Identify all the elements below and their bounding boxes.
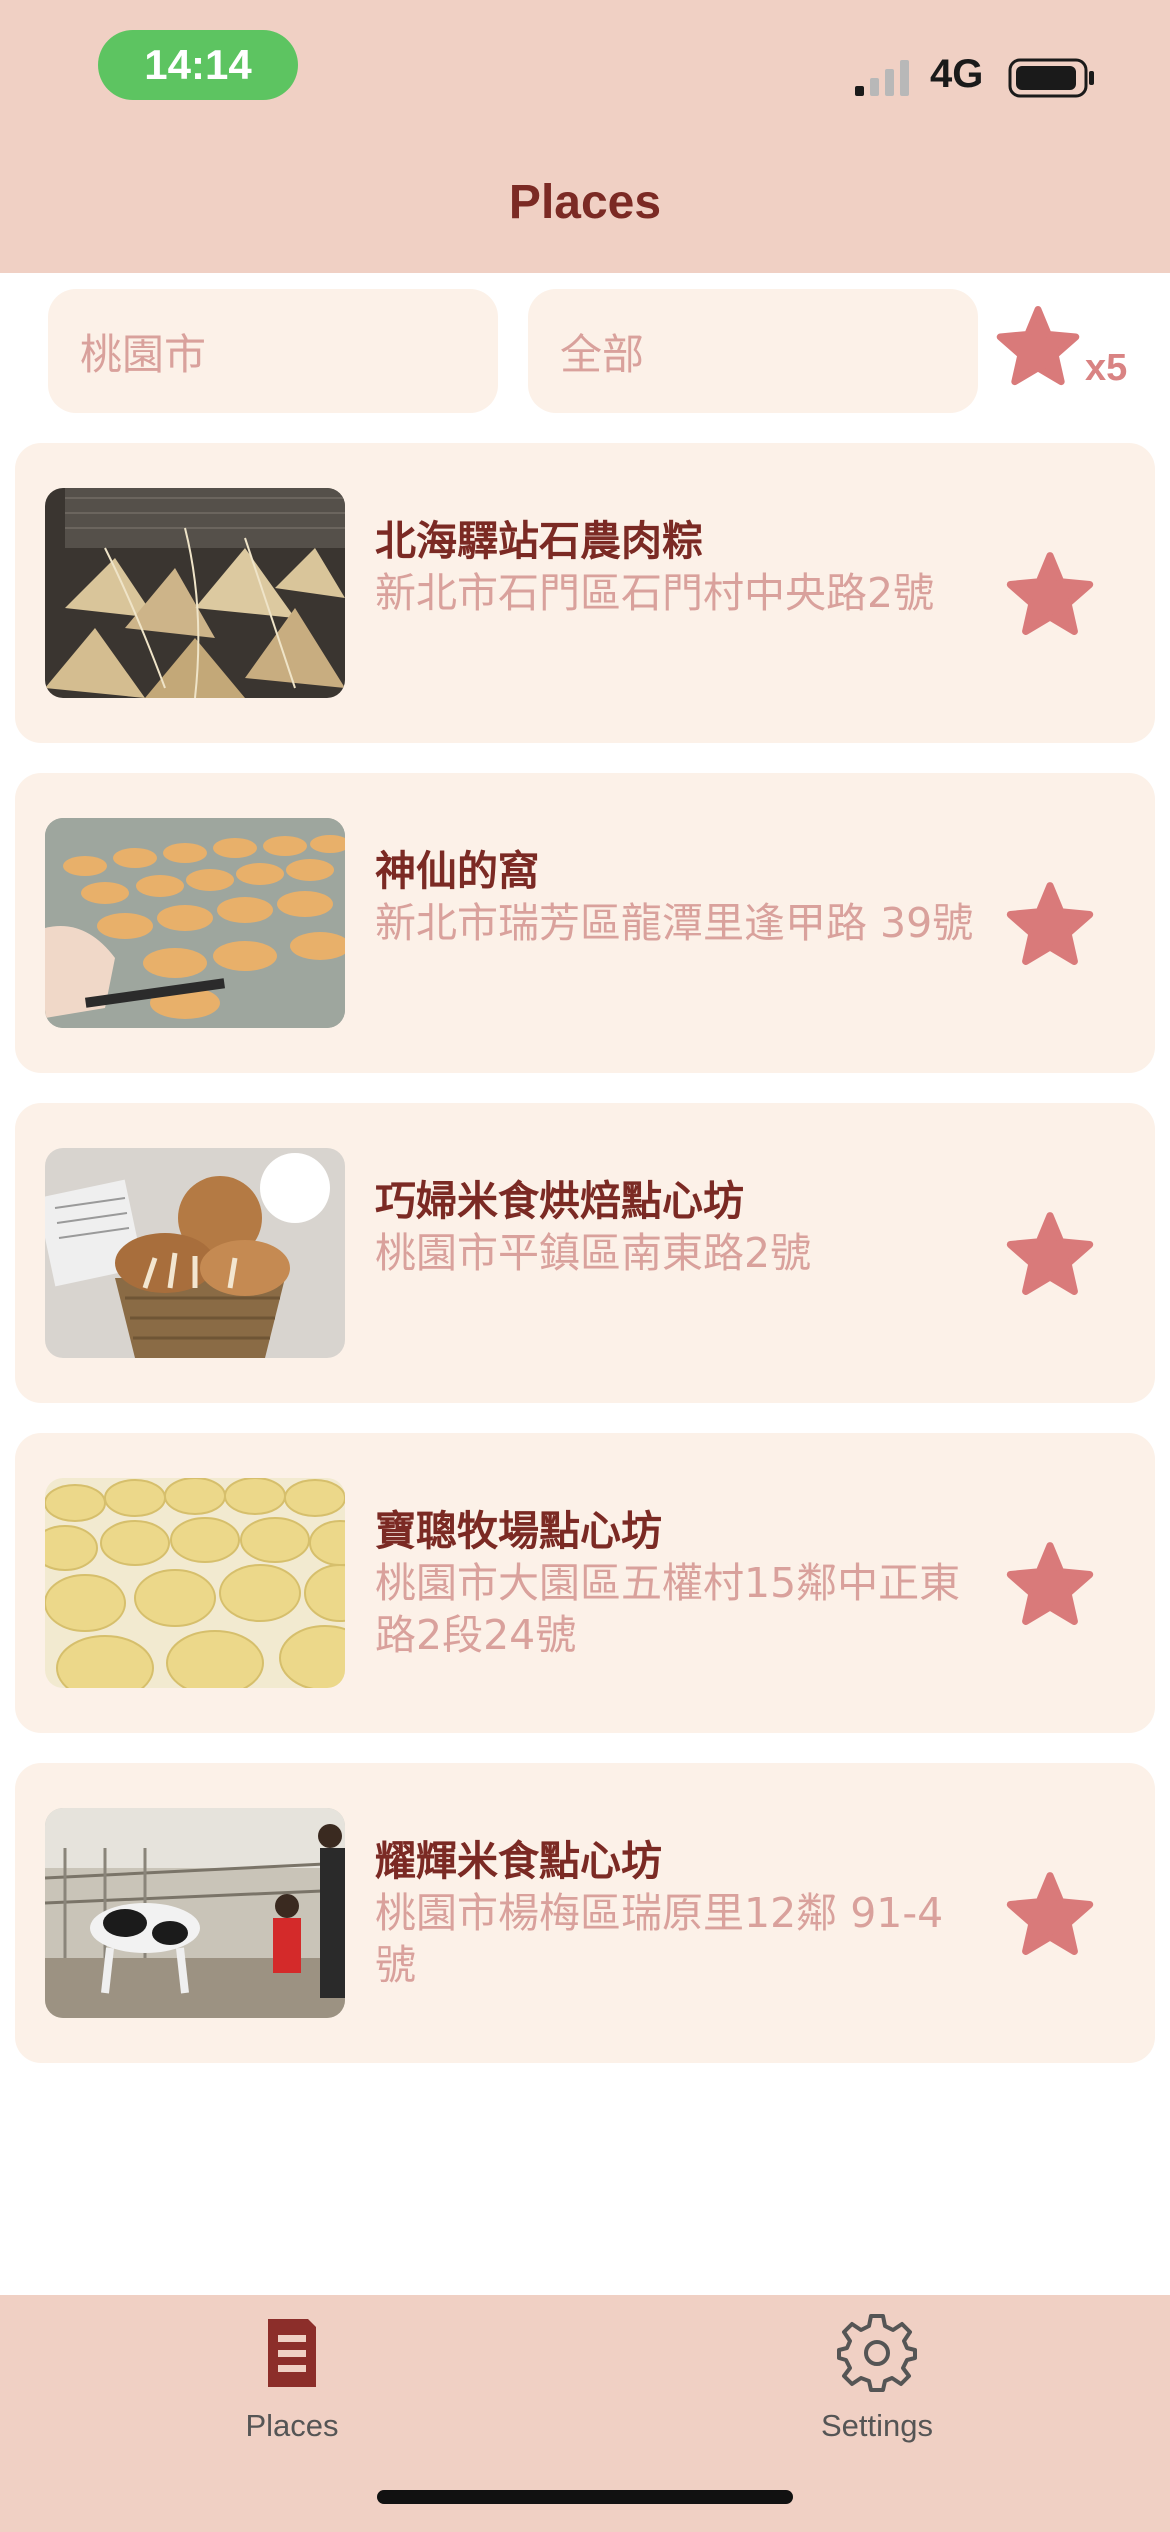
place-name: 神仙的窩 xyxy=(375,847,539,895)
star-icon xyxy=(1006,1542,1094,1625)
favorite-button[interactable] xyxy=(1005,1211,1095,1297)
place-photo-buns xyxy=(45,1478,345,1688)
place-name: 耀輝米食點心坊 xyxy=(375,1837,662,1885)
place-card[interactable]: 耀輝米食點心坊 桃園市楊梅區瑞原里12鄰 91-4號 xyxy=(15,1763,1155,2063)
category-filter-field[interactable]: 全部 xyxy=(528,289,978,413)
favorites-count: x5 xyxy=(1085,347,1128,389)
place-address: 桃園市楊梅區瑞原里12鄰 91-4號 xyxy=(375,1889,944,1989)
list-icon xyxy=(268,2319,316,2387)
signal-icon xyxy=(855,60,909,96)
star-icon xyxy=(996,306,1080,386)
place-photo-pancakes xyxy=(45,818,345,1028)
place-card[interactable]: 神仙的窩 新北市瑞芳區龍潭里逢甲路 39號 xyxy=(15,773,1155,1073)
place-address: 桃園市大園區五權村15鄰中正東路2段24號 xyxy=(375,1559,961,1659)
place-photo-calves xyxy=(45,1808,345,2018)
place-name: 巧婦米食烘焙點心坊 xyxy=(375,1177,744,1225)
status-bar: 14:14 4G xyxy=(0,0,1170,140)
favorite-button[interactable] xyxy=(1005,1541,1095,1627)
favorite-button[interactable] xyxy=(1005,1871,1095,1957)
place-card[interactable]: 寶聰牧場點心坊 桃園市大園區五權村15鄰中正東路2段24號 xyxy=(15,1433,1155,1733)
network-type: 4G xyxy=(930,52,984,96)
favorites-filter-button[interactable]: x5 xyxy=(995,305,1135,405)
place-card[interactable]: 巧婦米食烘焙點心坊 桃園市平鎮區南東路2號 xyxy=(15,1103,1155,1403)
star-icon xyxy=(1006,882,1094,965)
favorite-button[interactable] xyxy=(1005,551,1095,637)
place-address: 新北市石門區石門村中央路2號 xyxy=(375,569,935,617)
city-filter-field[interactable]: 桃園市 xyxy=(48,289,498,413)
header: 14:14 4G Places xyxy=(0,0,1170,273)
place-name: 北海驛站石農肉粽 xyxy=(375,517,703,565)
home-indicator xyxy=(377,2490,793,2504)
place-address: 新北市瑞芳區龍潭里逢甲路 39號 xyxy=(375,899,974,947)
tab-places[interactable]: Places xyxy=(142,2313,442,2463)
star-icon xyxy=(1006,1872,1094,1955)
status-time: 14:14 xyxy=(98,30,298,100)
star-icon xyxy=(1006,552,1094,635)
tab-label: Settings xyxy=(820,2408,933,2443)
place-address: 桃園市平鎮區南東路2號 xyxy=(375,1229,812,1277)
star-icon xyxy=(1006,1212,1094,1295)
place-photo-bread-basket xyxy=(45,1148,345,1358)
tab-label: Places xyxy=(245,2408,339,2443)
battery-icon xyxy=(1008,58,1094,98)
filter-bar: 桃園市 全部 x5 xyxy=(0,273,1170,423)
favorite-button[interactable] xyxy=(1005,881,1095,967)
tab-settings[interactable]: Settings xyxy=(727,2313,1027,2463)
gear-icon xyxy=(837,2314,917,2392)
page-title: Places xyxy=(508,176,662,229)
place-name: 寶聰牧場點心坊 xyxy=(375,1507,662,1555)
place-card[interactable]: 北海驛站石農肉粽 新北市石門區石門村中央路2號 xyxy=(15,443,1155,743)
place-photo-zongzi xyxy=(45,488,345,698)
